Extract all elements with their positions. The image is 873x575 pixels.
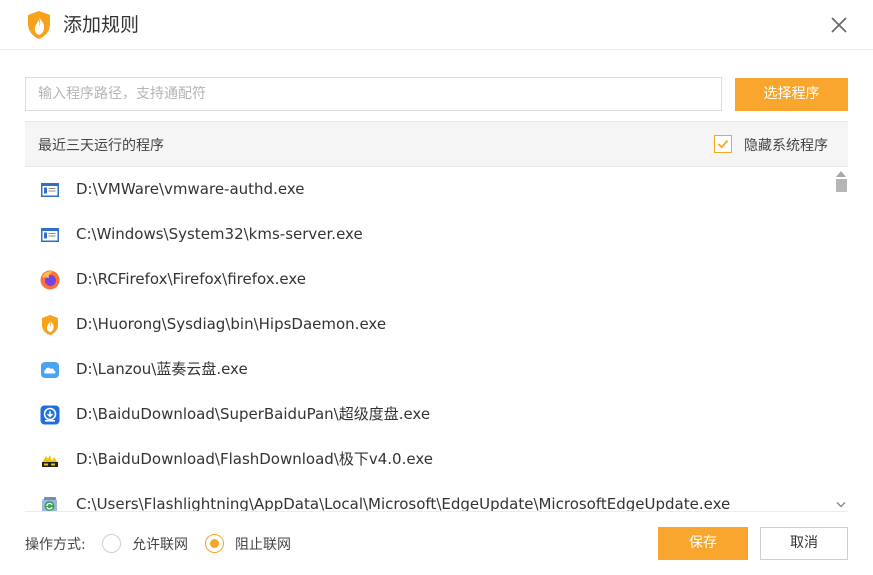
block-network-label[interactable]: 阻止联网 <box>235 534 291 554</box>
program-list: D:\VMWare\vmware-authd.exe C:\Windows\Sy… <box>25 167 848 512</box>
program-path: D:\BaiduDownload\FlashDownload\极下v4.0.ex… <box>76 450 433 468</box>
huorong-flame-icon <box>28 11 50 39</box>
scroll-down-icon[interactable] <box>835 500 847 510</box>
save-button[interactable]: 保存 <box>658 527 748 560</box>
allow-network-radio[interactable] <box>102 534 121 553</box>
cloud-icon <box>41 362 59 378</box>
scroll-up-icon[interactable] <box>835 169 847 179</box>
recent-programs-heading: 最近三天运行的程序 <box>38 138 164 154</box>
operation-mode-label: 操作方式: <box>25 537 86 553</box>
firefox-icon <box>40 270 60 290</box>
cancel-button[interactable]: 取消 <box>760 527 848 560</box>
edge-update-icon <box>42 497 57 511</box>
list-item[interactable]: D:\Huorong\Sysdiag\bin\HipsDaemon.exe <box>25 302 835 347</box>
checkmark-icon <box>717 139 729 149</box>
program-path: D:\VMWare\vmware-authd.exe <box>76 180 305 198</box>
hide-system-label[interactable]: 隐藏系统程序 <box>744 135 828 155</box>
program-path: C:\Users\Flashlightning\AppData\Local\Mi… <box>76 495 731 512</box>
close-icon[interactable] <box>828 14 850 36</box>
program-path: D:\Huorong\Sysdiag\bin\HipsDaemon.exe <box>76 315 387 333</box>
scrollbar-thumb[interactable] <box>836 179 847 192</box>
download-icon <box>40 405 60 425</box>
program-path: D:\BaiduDownload\SuperBaiduPan\超级度盘.exe <box>76 405 431 423</box>
title-bar: 添加规则 <box>0 0 873 50</box>
list-item[interactable]: D:\RCFirefox\Firefox\firefox.exe <box>25 257 835 302</box>
list-item[interactable]: D:\BaiduDownload\FlashDownload\极下v4.0.ex… <box>25 437 835 482</box>
allow-network-label[interactable]: 允许联网 <box>132 534 188 554</box>
dialog-title: 添加规则 <box>63 14 140 36</box>
window-app-icon <box>41 183 59 197</box>
hide-system-checkbox[interactable] <box>714 135 732 153</box>
list-item[interactable]: D:\VMWare\vmware-authd.exe <box>25 167 835 212</box>
list-item[interactable]: D:\BaiduDownload\SuperBaiduPan\超级度盘.exe <box>25 392 835 437</box>
program-path-input[interactable] <box>25 77 722 111</box>
window-app-icon <box>41 228 59 242</box>
list-item[interactable]: D:\Lanzou\蓝奏云盘.exe <box>25 347 835 392</box>
program-path: D:\RCFirefox\Firefox\firefox.exe <box>76 270 306 288</box>
list-item[interactable]: C:\Users\Flashlightning\AppData\Local\Mi… <box>25 482 835 512</box>
list-item[interactable]: C:\Windows\System32\kms-server.exe <box>25 212 835 257</box>
program-path: C:\Windows\System32\kms-server.exe <box>76 225 363 243</box>
huorong-flame-icon <box>42 315 58 335</box>
select-program-button[interactable]: 选择程序 <box>735 78 848 111</box>
flash-download-icon <box>42 455 58 467</box>
block-network-radio[interactable] <box>205 534 224 553</box>
list-header: 最近三天运行的程序 隐藏系统程序 <box>25 121 848 167</box>
program-path: D:\Lanzou\蓝奏云盘.exe <box>76 360 248 378</box>
